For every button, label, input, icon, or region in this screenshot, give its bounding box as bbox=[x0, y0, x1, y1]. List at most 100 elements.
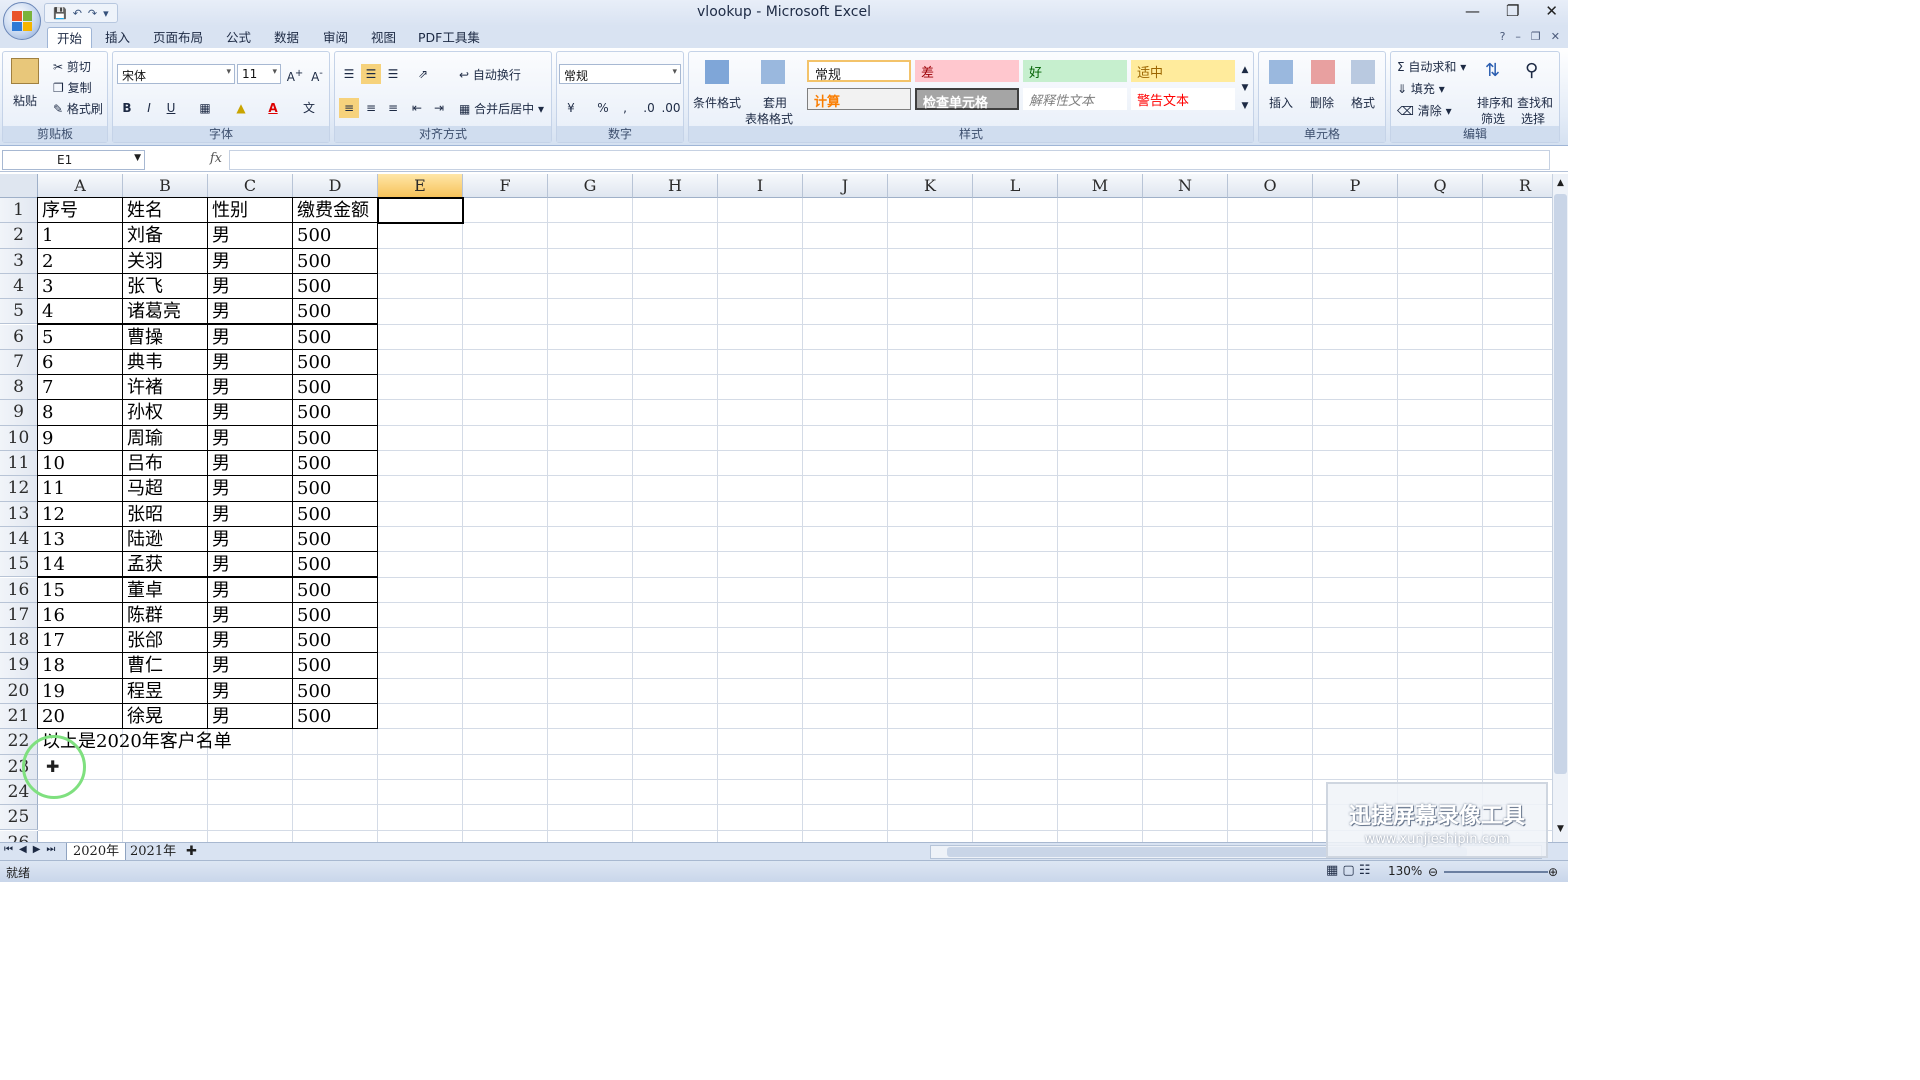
zoom-in-icon[interactable]: ⊕ bbox=[1548, 865, 1558, 879]
zoom-out-icon[interactable]: ⊖ bbox=[1428, 865, 1438, 879]
column-header-a[interactable]: A bbox=[38, 174, 123, 198]
table-cell[interactable]: 男 bbox=[208, 326, 293, 350]
table-cell[interactable]: 陆逊 bbox=[123, 528, 208, 552]
tab-view[interactable]: 视图 bbox=[371, 27, 396, 49]
row-header-9[interactable]: 9 bbox=[0, 400, 38, 426]
fill-color-icon[interactable]: ▲ bbox=[231, 98, 251, 118]
table-cell[interactable]: 500 bbox=[293, 629, 378, 653]
table-cell[interactable]: 男 bbox=[208, 275, 293, 299]
table-cell[interactable]: 5 bbox=[38, 326, 123, 350]
table-cell[interactable]: 董卓 bbox=[123, 579, 208, 603]
table-cell[interactable]: 6 bbox=[38, 351, 123, 375]
tab-review[interactable]: 审阅 bbox=[323, 27, 348, 49]
table-cell[interactable]: 15 bbox=[38, 579, 123, 603]
decrease-indent-icon[interactable]: ⇤ bbox=[407, 98, 427, 118]
grow-font-icon[interactable]: A+ bbox=[285, 64, 305, 84]
sort-filter-button-1[interactable]: 排序和 bbox=[1477, 94, 1513, 111]
delete-cells-button[interactable]: 删除 bbox=[1310, 94, 1334, 111]
row-header-14[interactable]: 14 bbox=[0, 526, 38, 553]
decrease-decimal-icon[interactable]: .00 bbox=[661, 98, 681, 118]
table-cell[interactable]: 男 bbox=[208, 604, 293, 628]
table-cell[interactable]: 500 bbox=[293, 680, 378, 704]
column-header-l[interactable]: L bbox=[973, 174, 1058, 198]
format-cells-icon[interactable] bbox=[1351, 60, 1375, 84]
row-header-7[interactable]: 7 bbox=[0, 349, 38, 376]
find-select-button-1[interactable]: 查找和 bbox=[1517, 94, 1553, 111]
table-cell[interactable]: 张昭 bbox=[123, 503, 208, 527]
column-header-h[interactable]: H bbox=[633, 174, 718, 198]
table-cell[interactable]: 500 bbox=[293, 300, 378, 324]
style-check-cell[interactable]: 检查单元格 bbox=[915, 88, 1019, 111]
zoom-level[interactable]: 130% bbox=[1388, 864, 1422, 878]
table-cell[interactable]: 男 bbox=[208, 224, 293, 248]
format-cells-button[interactable]: 格式 bbox=[1351, 94, 1375, 111]
table-cell[interactable]: 男 bbox=[208, 427, 293, 451]
tab-page-layout[interactable]: 页面布局 bbox=[153, 27, 203, 49]
table-cell[interactable]: 16 bbox=[38, 604, 123, 628]
column-header-p[interactable]: P bbox=[1313, 174, 1398, 198]
table-cell[interactable]: 1 bbox=[38, 224, 123, 248]
table-cell[interactable]: 周瑜 bbox=[123, 427, 208, 451]
cut-button[interactable]: ✂ 剪切 bbox=[53, 58, 91, 75]
table-cell[interactable]: 曹仁 bbox=[123, 654, 208, 678]
close-icon[interactable]: ✕ bbox=[1545, 2, 1558, 20]
table-cell[interactable]: 孟获 bbox=[123, 553, 208, 577]
table-format-button-2[interactable]: 表格格式 bbox=[745, 110, 793, 127]
table-cell[interactable]: 4 bbox=[38, 300, 123, 324]
column-header-g[interactable]: G bbox=[548, 174, 633, 198]
row-header-5[interactable]: 5 bbox=[0, 299, 38, 325]
column-header-e[interactable]: E bbox=[378, 174, 463, 198]
paste-icon[interactable] bbox=[11, 58, 39, 84]
table-cell[interactable]: 男 bbox=[208, 705, 293, 729]
font-size-select[interactable]: 11 ▾ bbox=[237, 64, 281, 84]
table-cell[interactable]: 关羽 bbox=[123, 250, 208, 274]
table-cell[interactable]: 男 bbox=[208, 300, 293, 324]
column-header-j[interactable]: J bbox=[803, 174, 888, 198]
table-cell[interactable]: 男 bbox=[208, 452, 293, 476]
column-header-b[interactable]: B bbox=[123, 174, 208, 198]
table-cell[interactable]: 500 bbox=[293, 224, 378, 248]
table-cell[interactable]: 500 bbox=[293, 250, 378, 274]
styles-scroll-down-icon[interactable]: ▼ bbox=[1235, 78, 1255, 98]
column-header-f[interactable]: F bbox=[463, 174, 548, 198]
row-header-25[interactable]: 25 bbox=[0, 805, 38, 831]
table-cell[interactable]: 17 bbox=[38, 629, 123, 653]
tab-pdf-tools[interactable]: PDF工具集 bbox=[418, 27, 480, 49]
table-cell[interactable]: 男 bbox=[208, 629, 293, 653]
insert-cells-button[interactable]: 插入 bbox=[1269, 94, 1293, 111]
table-cell[interactable]: 500 bbox=[293, 579, 378, 603]
align-right-icon[interactable]: ≡ bbox=[383, 98, 403, 118]
row-header-4[interactable]: 4 bbox=[0, 273, 38, 300]
table-cell[interactable]: 男 bbox=[208, 553, 293, 577]
align-center-icon[interactable]: ≡ bbox=[361, 98, 381, 118]
align-bottom-icon[interactable]: ☰ bbox=[383, 64, 403, 84]
clear-button[interactable]: ⌫ 清除 ▾ bbox=[1397, 102, 1452, 119]
column-header-i[interactable]: I bbox=[718, 174, 803, 198]
table-cell[interactable]: 陈群 bbox=[123, 604, 208, 628]
table-cell[interactable]: 2 bbox=[38, 250, 123, 274]
row-header-16[interactable]: 16 bbox=[0, 577, 38, 603]
find-select-icon[interactable]: ⚲ bbox=[1525, 60, 1549, 84]
align-top-icon[interactable]: ☰ bbox=[339, 64, 359, 84]
table-cell[interactable]: 19 bbox=[38, 680, 123, 704]
style-explanatory[interactable]: 解释性文本 bbox=[1023, 88, 1127, 110]
tab-formulas[interactable]: 公式 bbox=[226, 27, 251, 49]
row-header-10[interactable]: 10 bbox=[0, 425, 38, 451]
conditional-format-button[interactable]: 条件格式 bbox=[693, 94, 741, 111]
styles-more-icon[interactable]: ▼ bbox=[1235, 96, 1255, 116]
sheet-nav-icons[interactable]: ⏮◀▶⏭ bbox=[4, 844, 61, 855]
help-icon[interactable]: ? bbox=[1500, 30, 1506, 43]
table-format-icon[interactable] bbox=[761, 60, 785, 84]
conditional-format-icon[interactable] bbox=[705, 60, 729, 84]
style-normal[interactable]: 常规 bbox=[807, 60, 911, 83]
table-cell[interactable]: 500 bbox=[293, 427, 378, 451]
table-cell[interactable]: 500 bbox=[293, 275, 378, 299]
row-header-21[interactable]: 21 bbox=[0, 704, 38, 730]
table-cell[interactable]: 13 bbox=[38, 528, 123, 552]
view-buttons[interactable]: ▦ ▢ ☷ bbox=[1326, 863, 1370, 878]
table-cell[interactable]: 男 bbox=[208, 376, 293, 400]
align-left-icon[interactable]: ≡ bbox=[339, 98, 359, 118]
find-select-button-2[interactable]: 选择 bbox=[1521, 110, 1545, 127]
minimize-icon[interactable]: — bbox=[1465, 2, 1480, 20]
column-header-r[interactable]: R bbox=[1483, 174, 1552, 198]
